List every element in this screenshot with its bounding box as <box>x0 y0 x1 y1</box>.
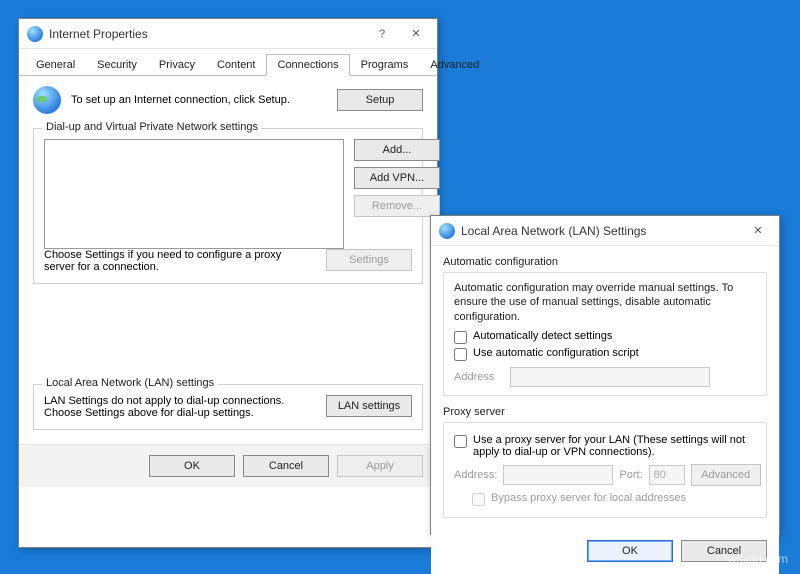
ok-button[interactable]: OK <box>587 540 673 562</box>
tab-privacy[interactable]: Privacy <box>148 54 206 76</box>
proxy-advanced-button: Advanced <box>691 464 761 486</box>
tab-advanced[interactable]: Advanced <box>419 54 490 76</box>
close-button[interactable]: ✕ <box>399 20 433 48</box>
ok-button[interactable]: OK <box>149 455 235 477</box>
tab-connections[interactable]: Connections <box>266 54 349 76</box>
dialup-group: Dial-up and Virtual Private Network sett… <box>33 128 423 284</box>
window-title: Local Area Network (LAN) Settings <box>461 224 741 238</box>
cancel-button[interactable]: Cancel <box>681 540 767 562</box>
dialog-footer: OK Cancel Apply <box>19 444 437 487</box>
autodetect-row[interactable]: Automatically detect settings <box>454 330 756 344</box>
autodetect-label: Automatically detect settings <box>473 330 612 342</box>
globe-icon <box>33 86 61 114</box>
lan-legend: Local Area Network (LAN) settings <box>42 377 218 389</box>
connections-listbox[interactable] <box>44 139 344 249</box>
window-title: Internet Properties <box>49 27 365 41</box>
proxy-address-input <box>503 465 613 485</box>
add-button[interactable]: Add... <box>354 139 440 161</box>
autodetect-checkbox[interactable] <box>454 331 467 344</box>
titlebar: Internet Properties ? ✕ <box>19 19 437 49</box>
script-address-label: Address <box>454 371 504 383</box>
proxy-group: Use a proxy server for your LAN (These s… <box>443 422 767 518</box>
use-proxy-checkbox[interactable] <box>454 435 467 448</box>
script-address-input <box>510 367 710 387</box>
globe-icon <box>439 223 455 239</box>
connection-settings-button: Settings <box>326 249 412 271</box>
add-vpn-button[interactable]: Add VPN... <box>354 167 440 189</box>
bypass-row: Bypass proxy server for local addresses <box>472 492 756 506</box>
tab-general[interactable]: General <box>25 54 86 76</box>
close-icon: ✕ <box>753 224 762 237</box>
tab-security[interactable]: Security <box>86 54 148 76</box>
dialup-legend: Dial-up and Virtual Private Network sett… <box>42 121 262 133</box>
lan-settings-button[interactable]: LAN settings <box>326 395 412 417</box>
use-proxy-row[interactable]: Use a proxy server for your LAN (These s… <box>454 434 756 458</box>
lan-group: Local Area Network (LAN) settings LAN Se… <box>33 384 423 430</box>
internet-properties-window: Internet Properties ? ✕ General Security… <box>18 18 438 548</box>
bypass-checkbox <box>472 493 485 506</box>
autoscript-checkbox[interactable] <box>454 348 467 361</box>
use-proxy-label: Use a proxy server for your LAN (These s… <box>473 434 756 458</box>
globe-icon <box>27 26 43 42</box>
apply-button: Apply <box>337 455 423 477</box>
help-icon: ? <box>379 28 385 40</box>
proxy-heading: Proxy server <box>443 406 767 418</box>
auto-config-desc: Automatic configuration may override man… <box>454 281 756 324</box>
tab-content-area: To set up an Internet connection, click … <box>19 76 437 444</box>
remove-button: Remove... <box>354 195 440 217</box>
close-icon: ✕ <box>411 27 420 40</box>
lan-hint-text: LAN Settings do not apply to dial-up con… <box>44 395 316 419</box>
tab-programs[interactable]: Programs <box>350 54 420 76</box>
proxy-hint-text: Choose Settings if you need to configure… <box>44 249 314 273</box>
lan-content: Automatic configuration Automatic config… <box>431 246 779 534</box>
cancel-button[interactable]: Cancel <box>243 455 329 477</box>
lan-footer: OK Cancel <box>431 534 779 574</box>
autoscript-label: Use automatic configuration script <box>473 347 639 359</box>
lan-settings-window: Local Area Network (LAN) Settings ✕ Auto… <box>430 215 780 535</box>
setup-button[interactable]: Setup <box>337 89 423 111</box>
proxy-port-label: Port: <box>619 469 642 481</box>
bypass-label: Bypass proxy server for local addresses <box>491 492 686 504</box>
titlebar: Local Area Network (LAN) Settings ✕ <box>431 216 779 246</box>
close-button[interactable]: ✕ <box>741 217 775 245</box>
auto-config-heading: Automatic configuration <box>443 256 767 268</box>
app-icon <box>27 26 43 42</box>
tab-strip: General Security Privacy Content Connect… <box>19 49 437 76</box>
help-button[interactable]: ? <box>365 20 399 48</box>
proxy-address-label: Address: <box>454 469 497 481</box>
proxy-port-input <box>649 465 685 485</box>
tab-content[interactable]: Content <box>206 54 267 76</box>
auto-config-group: Automatic configuration may override man… <box>443 272 767 396</box>
setup-hint-text: To set up an Internet connection, click … <box>71 94 327 106</box>
autoscript-row[interactable]: Use automatic configuration script <box>454 347 756 361</box>
app-icon <box>439 223 455 239</box>
